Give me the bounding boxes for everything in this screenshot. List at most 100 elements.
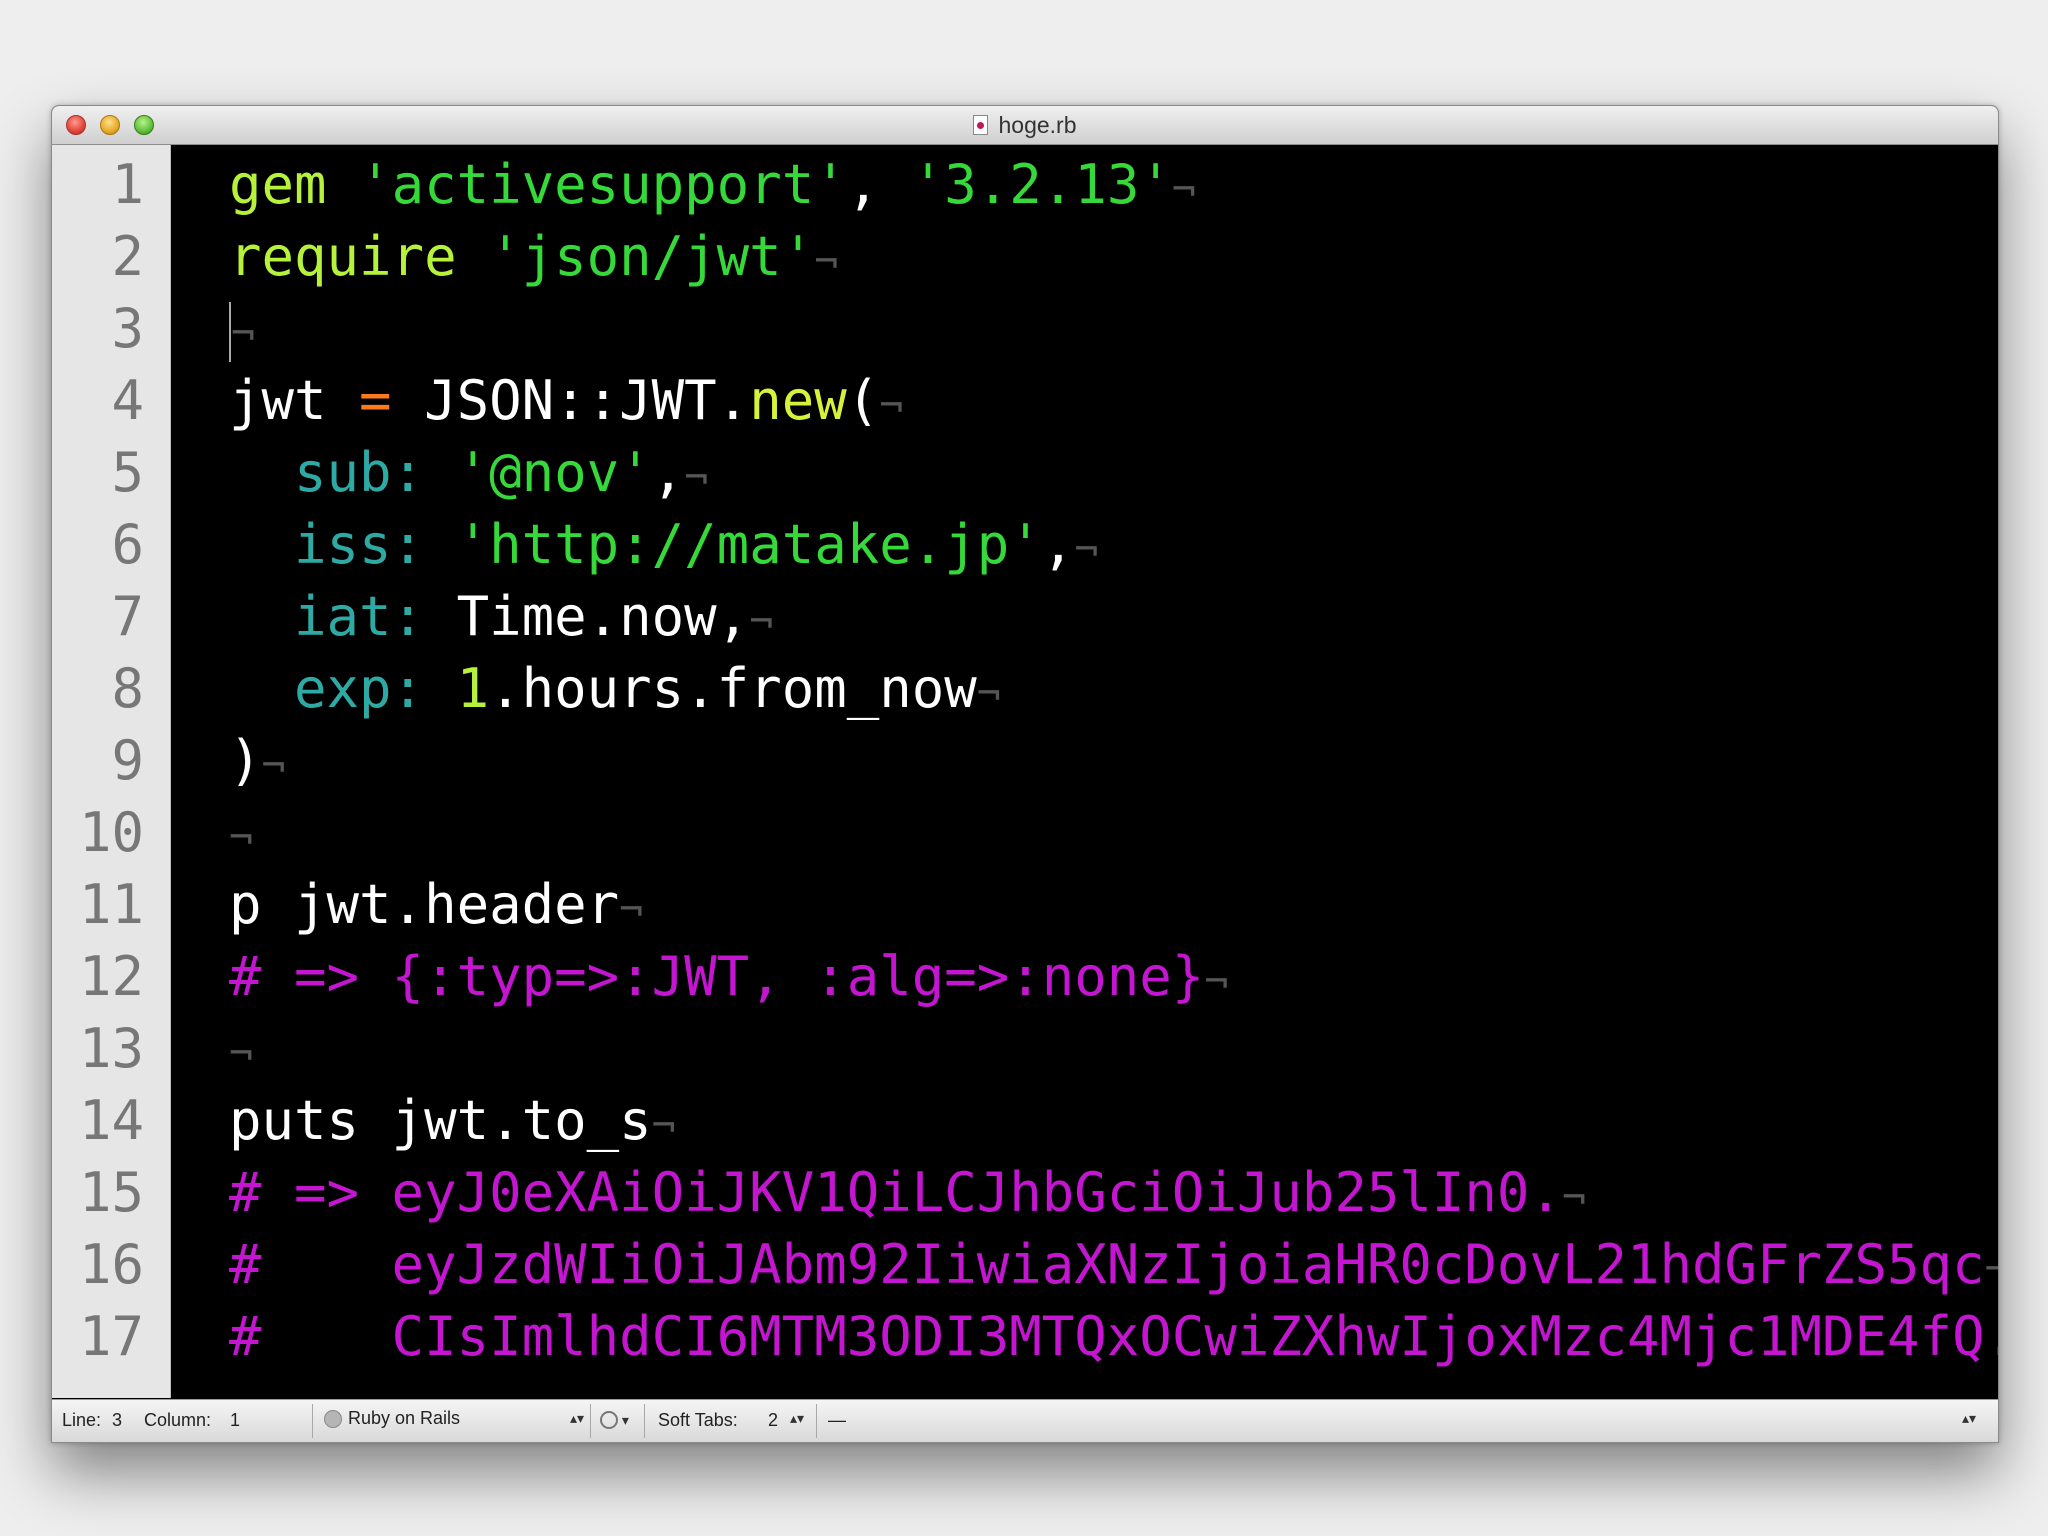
- code-token: # CIsImlhdCI6MTM3ODI3MTQxOCwiZXhwIjoxMzc…: [229, 1305, 1999, 1368]
- code-line[interactable]: 17 # CIsImlhdCI6MTM3ODI3MTQxOCwiZXhwIjoxM…: [79, 1301, 1999, 1373]
- code-text: require 'json/jwt'¬: [229, 221, 838, 298]
- status-divider: [816, 1404, 817, 1438]
- code-text: gem 'activesupport', '3.2.13'¬: [229, 149, 1196, 226]
- line-end-marker: ¬: [879, 383, 904, 429]
- language-icon: [324, 1410, 342, 1429]
- code-line[interactable]: 5 sub: '@nov',¬: [111, 437, 1998, 509]
- language-label: Ruby on Rails: [348, 1408, 461, 1428]
- line-end-marker: ¬: [619, 887, 644, 933]
- tabs-dropdown-icon[interactable]: ▴▾: [790, 1410, 804, 1427]
- code-line[interactable]: 14 puts jwt.to_s¬: [79, 1085, 1998, 1157]
- title-bar: hoge.rb: [52, 106, 1998, 145]
- line-number: 10: [78, 801, 144, 864]
- code-line[interactable]: 6 iss: 'http://matake.jp',¬: [111, 509, 1998, 581]
- code-line[interactable]: 11 p jwt.header¬: [79, 869, 1998, 941]
- code-text: # CIsImlhdCI6MTM3ODI3MTQxOCwiZXhwIjoxMzc…: [229, 1301, 1999, 1373]
- code-line[interactable]: 7 iat: Time.now,¬: [111, 581, 1998, 653]
- code-line[interactable]: 9)¬: [111, 725, 1998, 797]
- code-token: # => {:typ=>:JWT, :alg=>:none}: [229, 945, 1205, 1008]
- line-number: 11: [78, 873, 144, 936]
- code-line[interactable]: 1 gem 'activesupport', '3.2.13'¬: [111, 149, 1998, 221]
- line-number: 9: [111, 729, 144, 792]
- line-end-marker: ¬: [684, 455, 709, 501]
- symbol-selector[interactable]: —: [828, 1410, 846, 1431]
- status-bar: Line: 3 Column: 1 Ruby on Rails ▴▾ ▾ Sof…: [52, 1399, 1998, 1442]
- code-token: 'json/jwt': [489, 225, 815, 288]
- code-text: ¬: [229, 1013, 253, 1090]
- code-token: require: [229, 225, 457, 288]
- code-token: 1: [456, 657, 490, 720]
- code-line[interactable]: 15 # => eyJ0eXAiOiJKV1QiLCJhbGciOiJub25lI…: [79, 1157, 1998, 1229]
- code-line[interactable]: 13 ¬: [79, 1013, 1998, 1085]
- code-token: 'activesupport': [359, 153, 847, 216]
- tabs-value[interactable]: 2: [768, 1410, 778, 1431]
- code-token: p jwt.header: [229, 873, 620, 936]
- gear-icon: [600, 1411, 618, 1430]
- code-token: ,: [846, 153, 912, 216]
- line-end-marker: ¬: [1171, 167, 1196, 213]
- symbol-dropdown-icon[interactable]: ▴▾: [1962, 1410, 1976, 1427]
- code-area[interactable]: 1 gem 'activesupport', '3.2.13'¬ 2 require …: [79, 145, 1999, 1398]
- code-token: .hours.from_now: [489, 657, 977, 720]
- settings-menu[interactable]: ▾: [600, 1409, 629, 1430]
- code-token: ,: [1041, 513, 1075, 576]
- line-number: 16: [78, 1233, 144, 1296]
- code-line[interactable]: 2 require 'json/jwt'¬: [111, 221, 1998, 293]
- line-number: 4: [111, 369, 144, 432]
- code-token: JSON::JWT.: [391, 369, 750, 432]
- line-number: 17: [78, 1305, 144, 1368]
- code-token: iss:: [229, 513, 425, 576]
- code-line[interactable]: 8 exp: 1.hours.from_now¬: [111, 653, 1998, 725]
- language-selector[interactable]: Ruby on Rails: [324, 1408, 460, 1429]
- code-line[interactable]: 4 jwt = JSON::JWT.new(¬: [111, 365, 1998, 437]
- code-text: )¬: [229, 725, 286, 802]
- code-token: # => eyJ0eXAiOiJKV1QiLCJhbGciOiJub25lIn0…: [229, 1161, 1562, 1224]
- line-value: 3: [112, 1410, 123, 1430]
- chevron-down-icon: ▾: [618, 1412, 629, 1428]
- line-number: 7: [111, 585, 144, 648]
- code-line[interactable]: 3 ¬: [111, 293, 1998, 365]
- line-number: 5: [111, 441, 144, 504]
- code-text: # => eyJ0eXAiOiJKV1QiLCJhbGciOiJub25lIn0…: [229, 1157, 1586, 1234]
- window-title: hoge.rb: [998, 111, 1077, 138]
- code-token: ): [229, 729, 262, 792]
- line-end-marker: ¬: [1074, 527, 1099, 573]
- code-token: iat:: [229, 585, 425, 648]
- language-dropdown-icon[interactable]: ▴▾: [570, 1410, 584, 1427]
- code-line[interactable]: 16 # eyJzdWIiOiJAbm92IiwiaXNzIjoiaHR0cDov…: [79, 1229, 1998, 1301]
- code-text: # => {:typ=>:JWT, :alg=>:none}¬: [229, 941, 1228, 1018]
- line-end-marker: ¬: [261, 743, 286, 789]
- code-token: puts jwt.to_s: [229, 1089, 652, 1152]
- tabs-label[interactable]: Soft Tabs:: [658, 1410, 738, 1431]
- line-number: 1: [111, 153, 144, 216]
- line-number: 14: [78, 1089, 144, 1152]
- code-text: sub: '@nov',¬: [229, 437, 708, 514]
- line-end-marker: ¬: [651, 1103, 676, 1149]
- line-end-marker: ¬: [231, 311, 256, 357]
- code-token: Time.now,: [424, 585, 750, 648]
- code-line[interactable]: 12 # => {:typ=>:JWT, :alg=>:none}¬: [79, 941, 1998, 1013]
- code-text: # eyJzdWIiOiJAbm92IiwiaXNzIjoiaHR0cDovL2…: [229, 1229, 1998, 1306]
- line-end-marker: ¬: [229, 815, 254, 861]
- line-end-marker: ¬: [814, 239, 839, 285]
- ruby-file-icon: [973, 115, 989, 135]
- code-token: sub:: [229, 441, 425, 504]
- line-number: 15: [78, 1161, 144, 1224]
- code-text: iss: 'http://matake.jp',¬: [229, 509, 1098, 586]
- code-text: jwt = JSON::JWT.new(¬: [229, 365, 903, 442]
- code-token: '3.2.13': [911, 153, 1172, 216]
- line-number: 2: [111, 225, 144, 288]
- line-end-marker: ¬: [1985, 1247, 1998, 1293]
- line-end-marker: ¬: [1561, 1175, 1587, 1221]
- status-divider: [590, 1404, 591, 1438]
- line-number: 6: [111, 513, 144, 576]
- code-token: exp:: [229, 657, 425, 720]
- code-line[interactable]: 10 ¬: [79, 797, 1998, 869]
- editor-window: hoge.rb 1 gem 'activesupport', '3.2.13'¬ 2…: [51, 105, 1999, 1443]
- code-text: ¬: [229, 797, 253, 874]
- code-text: ¬: [229, 293, 255, 370]
- line-label: Line:: [62, 1410, 102, 1430]
- line-end-marker: ¬: [749, 599, 774, 645]
